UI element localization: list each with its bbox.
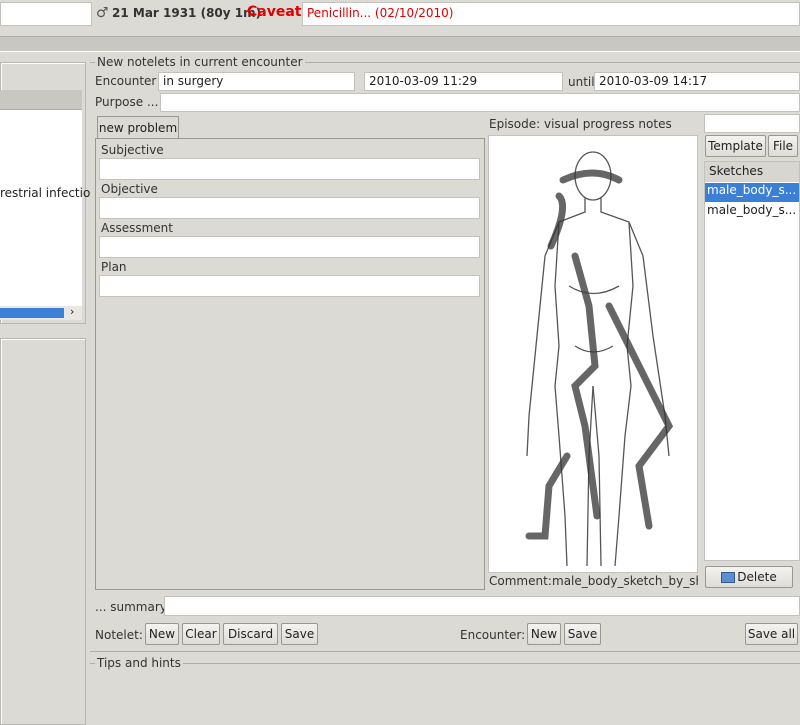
notelet-clear-button[interactable]: Clear	[182, 623, 220, 645]
objective-field[interactable]	[99, 197, 480, 219]
notelet-new-button[interactable]: New	[145, 623, 179, 645]
sketch-canvas[interactable]	[488, 135, 698, 573]
comment-value: male_body_sketch_by_sh	[552, 574, 698, 588]
tips-title: Tips and hints	[95, 656, 183, 670]
subjective-label: Subjective	[101, 143, 164, 157]
list-item[interactable]: restrial infectio	[0, 186, 90, 200]
encounter-end-field[interactable]: 2010-03-09 14:17	[594, 72, 800, 91]
list-item[interactable]: male_body_s...	[705, 203, 799, 222]
encounter-save-button[interactable]: Save	[564, 623, 601, 645]
scroll-right-icon[interactable]: ›	[70, 305, 74, 318]
plan-field[interactable]	[99, 275, 480, 297]
template-button[interactable]: Template	[705, 135, 766, 157]
tips-group	[90, 663, 800, 725]
summary-field[interactable]	[164, 596, 800, 616]
encounter-start-field[interactable]: 2010-03-09 11:29	[364, 72, 563, 91]
list-item[interactable]: male_body_s...	[705, 183, 799, 202]
sketches-header: Sketches	[705, 162, 799, 182]
assessment-field[interactable]	[99, 236, 480, 258]
caveat-label: Caveat	[247, 4, 302, 20]
encounter-bar-label: Encounter:	[460, 628, 526, 642]
sketches-list: Sketches male_body_s... male_body_s...	[704, 161, 800, 561]
horizontal-splitter[interactable]	[90, 651, 800, 655]
until-label: until	[568, 75, 595, 89]
gender-icon: ♂	[96, 5, 109, 21]
subjective-field[interactable]	[99, 158, 480, 180]
left-list-header	[0, 90, 82, 110]
assessment-label: Assessment	[101, 221, 173, 235]
delete-button[interactable]: Delete	[705, 566, 793, 588]
notelets-title: New notelets in current encounter	[95, 55, 305, 69]
patient-dob-age: 21 Mar 1931 (80y 1m)	[112, 6, 262, 20]
file-button[interactable]: File	[768, 135, 798, 157]
caveat-field[interactable]: Penicillin... (02/10/2010)	[302, 2, 800, 26]
delete-icon	[721, 572, 736, 583]
tab-new-problem[interactable]: new problem	[97, 116, 179, 138]
encounter-label: Encounter	[95, 74, 157, 88]
left-scrollbar[interactable]: ›	[0, 305, 82, 320]
purpose-label: Purpose ...	[95, 95, 159, 109]
objective-label: Objective	[101, 182, 158, 196]
toolbar-strip	[0, 36, 800, 52]
notelet-discard-button[interactable]: Discard	[223, 623, 278, 645]
left-bottom-panel	[0, 338, 86, 725]
episode-label: Episode:	[489, 117, 541, 131]
delete-label: Delete	[737, 570, 777, 584]
scrollbar-thumb[interactable]	[0, 308, 64, 318]
notelet-bar-label: Notelet:	[95, 628, 143, 642]
body-sketch-image	[525, 151, 674, 567]
episode-value: visual progress notes	[544, 117, 672, 131]
encounter-type-field[interactable]: in surgery	[158, 72, 355, 91]
comment-label: Comment:	[489, 574, 552, 588]
encounter-new-button[interactable]: New	[527, 623, 561, 645]
summary-label: ... summary	[95, 600, 167, 614]
notelet-save-button[interactable]: Save	[281, 623, 318, 645]
plan-label: Plan	[101, 260, 127, 274]
patient-search-input[interactable]	[0, 2, 92, 26]
save-all-button[interactable]: Save all	[745, 623, 798, 645]
left-list[interactable]: restrial infectio	[0, 110, 90, 306]
sketch-search-input[interactable]	[704, 114, 800, 133]
purpose-field[interactable]	[160, 93, 800, 112]
